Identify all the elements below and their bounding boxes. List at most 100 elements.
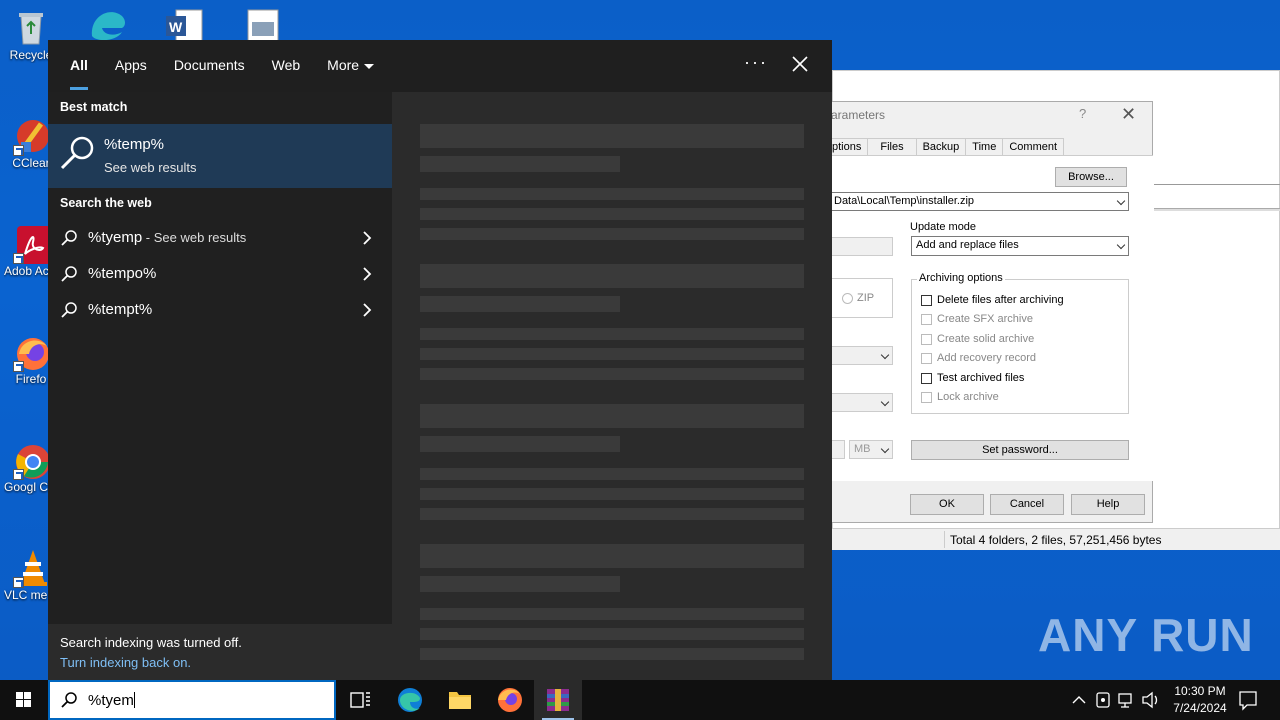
checkbox[interactable]: [921, 352, 932, 364]
archive-path-value: Data\Local\Temp\installer.zip: [834, 195, 975, 207]
dialog-title: arameters: [831, 108, 886, 122]
compression-method-combo[interactable]: [829, 346, 893, 365]
help-icon[interactable]: ?: [1079, 106, 1086, 121]
notification-icon: [1239, 691, 1257, 711]
chevron-down-icon: [1116, 196, 1126, 206]
loading-placeholder: [420, 368, 804, 380]
option-create-sfx[interactable]: Create SFX archive: [921, 313, 1033, 325]
option-label: Lock archive: [937, 391, 999, 403]
taskbar-search-box[interactable]: %tyem: [48, 680, 336, 720]
option-recovery-record[interactable]: Add recovery record: [921, 352, 1036, 364]
system-clock[interactable]: 10:30 PM 7/24/2024: [1160, 683, 1240, 717]
chevron-down-icon: [880, 397, 890, 407]
browse-button[interactable]: Browse...: [1055, 167, 1127, 187]
web-result-item[interactable]: %tempt%: [48, 292, 392, 328]
show-hidden-icons-button[interactable]: [1068, 680, 1090, 720]
word-document-icon[interactable]: W: [164, 6, 204, 43]
network-icon-button[interactable]: [1116, 680, 1138, 720]
status-bar: Total 4 folders, 2 files, 57,251,456 byt…: [832, 528, 1280, 550]
edge-icon[interactable]: [88, 6, 128, 42]
best-match-subtitle: See web results: [104, 160, 197, 175]
tab-comment[interactable]: Comment: [1002, 138, 1065, 156]
tab-more[interactable]: More: [317, 40, 384, 92]
chevron-right-icon: [360, 266, 374, 282]
notifications-button[interactable]: [1236, 680, 1260, 720]
chevron-down-icon: [880, 444, 890, 454]
ok-button[interactable]: OK: [910, 494, 984, 515]
taskbar-edge[interactable]: [386, 680, 434, 720]
search-tabs: All Apps Documents Web More: [60, 40, 391, 92]
checkbox[interactable]: [921, 294, 932, 306]
set-password-button[interactable]: Set password...: [911, 440, 1129, 460]
option-delete-files[interactable]: Delete files after archiving: [921, 294, 1064, 306]
tab-all[interactable]: All: [60, 40, 98, 92]
update-mode-combo[interactable]: Add and replace files: [911, 236, 1129, 256]
start-button[interactable]: [0, 680, 48, 720]
option-label: Create solid archive: [937, 333, 1035, 345]
loading-placeholder: [420, 404, 804, 428]
archive-parameters-dialog: arameters ? ✕ ptions Files Backup Time C…: [820, 101, 1153, 523]
option-test-archived[interactable]: Test archived files: [921, 372, 1024, 384]
split-unit-combo[interactable]: MB: [849, 440, 893, 459]
option-label: Test archived files: [937, 372, 1025, 384]
close-icon[interactable]: [790, 54, 810, 74]
turn-indexing-on-link[interactable]: Turn indexing back on.: [60, 655, 191, 670]
update-mode-label: Update mode: [910, 221, 977, 233]
recycle-bin-icon: [11, 8, 51, 48]
tab-documents[interactable]: Documents: [164, 40, 255, 92]
close-icon[interactable]: ✕: [1121, 104, 1136, 125]
tab-web[interactable]: Web: [262, 40, 311, 92]
best-match-item[interactable]: %temp% See web results: [48, 124, 392, 188]
checkbox[interactable]: [921, 391, 932, 403]
search-input-value: %tyem: [88, 692, 134, 709]
help-button[interactable]: Help: [1071, 494, 1145, 515]
zip-radio-label: ZIP: [857, 292, 875, 304]
update-mode-value: Add and replace files: [916, 239, 1019, 251]
checkbox[interactable]: [921, 372, 932, 384]
option-create-solid[interactable]: Create solid archive: [921, 333, 1034, 345]
more-options-icon[interactable]: ···: [744, 52, 768, 73]
network-icon: [1118, 693, 1132, 708]
tray-app-icon[interactable]: [1092, 680, 1114, 720]
windows-logo-icon: [16, 692, 31, 707]
tab-files[interactable]: Files: [867, 138, 917, 156]
volume-icon-button[interactable]: [1140, 680, 1162, 720]
archive-path-combo[interactable]: Data\Local\Temp\installer.zip: [829, 192, 1129, 211]
zip-radio[interactable]: [842, 292, 853, 304]
chevron-right-icon: [360, 230, 374, 246]
vlc-icon: [11, 548, 51, 588]
format-combo[interactable]: [829, 237, 893, 256]
firefox-icon: [498, 688, 522, 712]
anyrun-watermark: ANY RUN: [1038, 608, 1254, 662]
loading-placeholder: [420, 436, 620, 452]
option-lock-archive[interactable]: Lock archive: [921, 391, 999, 403]
checkbox[interactable]: [921, 333, 932, 345]
winrar-icon: [547, 689, 569, 711]
preview-pane-loading: [392, 92, 832, 680]
archive-format-group: ZIP: [829, 278, 893, 318]
dialog-panel: Browse... Data\Local\Temp\installer.zip …: [821, 155, 1153, 481]
caret-down-icon: [364, 63, 375, 69]
watermark-text: ANY RUN: [1038, 609, 1254, 661]
web-result-item[interactable]: %tempo%: [48, 256, 392, 292]
cancel-button[interactable]: Cancel: [990, 494, 1064, 515]
taskbar-file-explorer[interactable]: [436, 680, 484, 720]
checkbox[interactable]: [921, 313, 932, 325]
option-label: Create SFX archive: [937, 313, 1033, 325]
image-file-icon[interactable]: [244, 6, 284, 43]
tab-time[interactable]: Time: [965, 138, 1004, 156]
tab-apps[interactable]: Apps: [105, 40, 157, 92]
task-view-button[interactable]: [336, 680, 384, 720]
chevron-down-icon: [880, 350, 890, 360]
loading-placeholder: [420, 508, 804, 520]
taskbar-firefox[interactable]: [486, 680, 534, 720]
taskbar-winrar[interactable]: [534, 680, 582, 720]
web-result-suffix: - See web results: [142, 230, 247, 245]
folder-icon: [449, 692, 471, 709]
dictionary-size-combo[interactable]: [829, 393, 893, 412]
loading-placeholder: [420, 228, 804, 240]
tab-backup[interactable]: Backup: [915, 138, 967, 156]
web-result-item[interactable]: %tyemp - See web results: [48, 220, 392, 256]
archiving-options-label: Archiving options: [917, 272, 1005, 284]
search-flyout: All Apps Documents Web More ··· Best mat…: [48, 40, 832, 680]
